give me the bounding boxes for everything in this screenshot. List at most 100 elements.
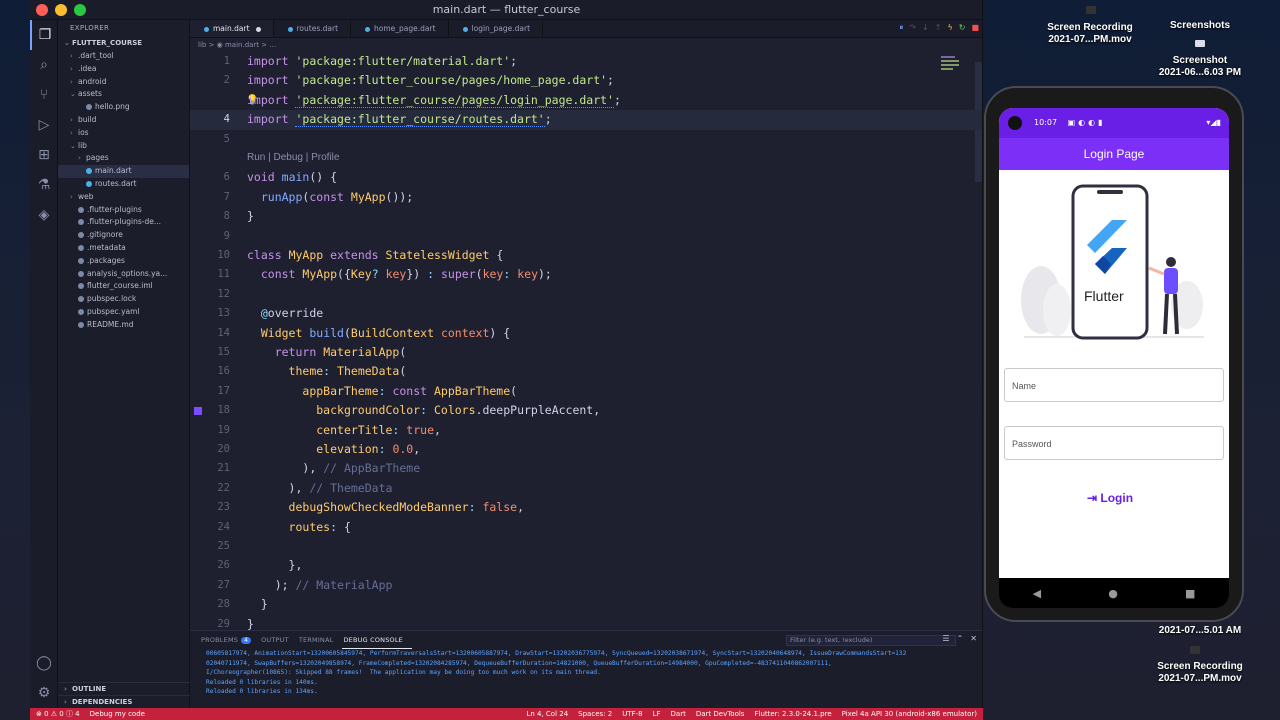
account-icon[interactable]: ◯: [30, 648, 58, 678]
video-file-icon[interactable]: [1086, 6, 1096, 14]
code-line[interactable]: 8}: [190, 207, 982, 226]
minimize-window-button[interactable]: [55, 4, 67, 16]
devtools-status[interactable]: Dart DevTools: [696, 708, 745, 720]
close-panel-icon[interactable]: ✕: [970, 634, 977, 643]
testing-icon[interactable]: ⚗: [30, 170, 58, 200]
tree-item[interactable]: .gitignore: [58, 229, 189, 242]
problems-status[interactable]: ⊗ 0 ⚠ 0 ⓘ 4: [36, 708, 80, 720]
password-field[interactable]: Password: [1004, 426, 1224, 460]
code-line[interactable]: 11 const MyApp({Key? key}) : super(key: …: [190, 265, 982, 284]
back-icon[interactable]: ◀: [1033, 587, 1041, 600]
debug-status[interactable]: Debug my code: [90, 708, 145, 720]
desktop-file-recording-1[interactable]: Screen Recording 2021-07...PM.mov: [1030, 22, 1150, 46]
desktop-folder-screenshots[interactable]: Screenshots: [1150, 20, 1250, 32]
step-over-icon[interactable]: ↷: [909, 23, 916, 33]
tab-debug-console[interactable]: DEBUG CONSOLE: [342, 631, 412, 649]
code-line[interactable]: 27 ); // MaterialApp: [190, 576, 982, 595]
code-line[interactable]: 28 }: [190, 595, 982, 614]
tree-item[interactable]: › pages: [58, 152, 189, 165]
codelens-run-debug-profile[interactable]: Run | Debug | Profile: [247, 152, 339, 163]
tree-item[interactable]: routes.dart: [58, 178, 189, 191]
tree-item[interactable]: › build: [58, 114, 189, 127]
hot-reload-icon[interactable]: ϟ: [947, 23, 952, 33]
code-line[interactable]: 1 import 'package:flutter/material.dart';: [190, 52, 982, 71]
home-icon[interactable]: ●: [1108, 587, 1118, 600]
tab-login-page-dart[interactable]: login_page.dart: [449, 20, 544, 37]
clear-console-icon[interactable]: ☰: [942, 634, 949, 643]
dependencies-section[interactable]: › DEPENDENCIES: [58, 695, 190, 708]
code-line[interactable]: 9: [190, 227, 982, 246]
image-file-icon[interactable]: [1195, 40, 1205, 47]
explorer-icon[interactable]: ❐: [30, 20, 58, 50]
language-status[interactable]: Dart: [671, 708, 686, 720]
tree-item[interactable]: flutter_course.iml: [58, 280, 189, 293]
tree-item[interactable]: .flutter-plugins: [58, 204, 189, 217]
code-line[interactable]: 22 ), // ThemeData: [190, 479, 982, 498]
flutter-icon[interactable]: ◈: [30, 200, 58, 230]
code-line[interactable]: 23 debugShowCheckedModeBanner: false,: [190, 498, 982, 517]
cursor-position[interactable]: Ln 4, Col 24: [526, 708, 568, 720]
settings-gear-icon[interactable]: ⚙: [30, 678, 58, 708]
pause-icon[interactable]: ⏸: [899, 23, 903, 33]
tree-item[interactable]: › .idea: [58, 63, 189, 76]
name-field[interactable]: Name: [1004, 368, 1224, 402]
console-filter-input[interactable]: Filter (e.g. text, !exclude): [786, 635, 956, 646]
tab-output[interactable]: OUTPUT: [260, 631, 298, 649]
tree-item[interactable]: pubspec.lock: [58, 293, 189, 306]
code-line[interactable]: 21 ), // AppBarTheme: [190, 459, 982, 478]
tree-item[interactable]: main.dart: [58, 165, 189, 178]
tab-problems[interactable]: PROBLEMS 4: [200, 631, 260, 649]
code-line[interactable]: 17 appBarTheme: const AppBarTheme(: [190, 382, 982, 401]
color-swatch-icon[interactable]: [194, 407, 202, 416]
code-line[interactable]: 2 import 'package:flutter_course/pages/ho…: [190, 71, 982, 90]
recents-icon[interactable]: ■: [1185, 587, 1195, 600]
desktop-file-recording-2[interactable]: 2021-07...5.01 AM: [1135, 625, 1265, 637]
tab-home-page-dart[interactable]: home_page.dart: [351, 20, 449, 37]
eol-status[interactable]: LF: [653, 708, 661, 720]
code-line[interactable]: 6 void main() {: [190, 168, 982, 187]
code-line[interactable]: 24 routes: {: [190, 518, 982, 537]
project-root[interactable]: ⌄ FLUTTER_COURSE: [58, 36, 189, 50]
code-line[interactable]: 15 return MaterialApp(: [190, 343, 982, 362]
code-line[interactable]: 7 runApp(const MyApp());: [190, 188, 982, 207]
code-line[interactable]: 25: [190, 537, 982, 556]
code-line[interactable]: 14 Widget build(BuildContext context) {: [190, 324, 982, 343]
breadcrumb[interactable]: lib > ◉ main.dart > ...: [190, 38, 982, 52]
search-icon[interactable]: ⌕: [30, 50, 58, 80]
tree-item[interactable]: .flutter-plugins-de...: [58, 216, 189, 229]
code-line[interactable]: 💡 import 'package:flutter_course/pages/lo…: [190, 91, 982, 110]
zoom-window-button[interactable]: [74, 4, 86, 16]
run-debug-icon[interactable]: ▷: [30, 110, 58, 140]
step-out-icon[interactable]: ↑: [935, 23, 942, 33]
tree-item[interactable]: .packages: [58, 255, 189, 268]
tree-item[interactable]: README.md: [58, 319, 189, 332]
code-line[interactable]: 19 centerTitle: true,: [190, 421, 982, 440]
restart-icon[interactable]: ↻: [959, 23, 966, 33]
tree-item[interactable]: › ios: [58, 127, 189, 140]
encoding-status[interactable]: UTF-8: [622, 708, 642, 720]
code-line[interactable]: 12: [190, 285, 982, 304]
indentation-status[interactable]: Spaces: 2: [578, 708, 612, 720]
outline-section[interactable]: › OUTLINE: [58, 682, 190, 695]
desktop-file-screenshot[interactable]: Screenshot 2021-06...6.03 PM: [1150, 55, 1250, 79]
source-control-icon[interactable]: ⑂: [30, 80, 58, 110]
code-line[interactable]: 20 elevation: 0.0,: [190, 440, 982, 459]
tree-item[interactable]: analysis_options.ya...: [58, 268, 189, 281]
step-into-icon[interactable]: ↓: [922, 23, 929, 33]
code-line[interactable]: 13 @override: [190, 304, 982, 323]
tree-item[interactable]: › web: [58, 191, 189, 204]
tree-item[interactable]: › android: [58, 76, 189, 89]
tab-routes-dart[interactable]: routes.dart: [274, 20, 352, 37]
code-line[interactable]: 10 class MyApp extends StatelessWidget {: [190, 246, 982, 265]
tree-item[interactable]: hello.png: [58, 101, 189, 114]
login-button[interactable]: ⇥ Login: [1087, 491, 1133, 505]
tree-item[interactable]: › .dart_tool: [58, 50, 189, 63]
close-window-button[interactable]: [36, 4, 48, 16]
code-editor[interactable]: 1 import 'package:flutter/material.dart';…: [190, 52, 982, 630]
code-line[interactable]: 26 },: [190, 556, 982, 575]
desktop-file-recording-3[interactable]: Screen Recording 2021-07...PM.mov: [1135, 661, 1265, 685]
tab-terminal[interactable]: TERMINAL: [298, 631, 343, 649]
tree-item[interactable]: ⌄ assets: [58, 88, 189, 101]
tree-item[interactable]: ⌄ lib: [58, 140, 189, 153]
code-line[interactable]: 16 theme: ThemeData(: [190, 362, 982, 381]
